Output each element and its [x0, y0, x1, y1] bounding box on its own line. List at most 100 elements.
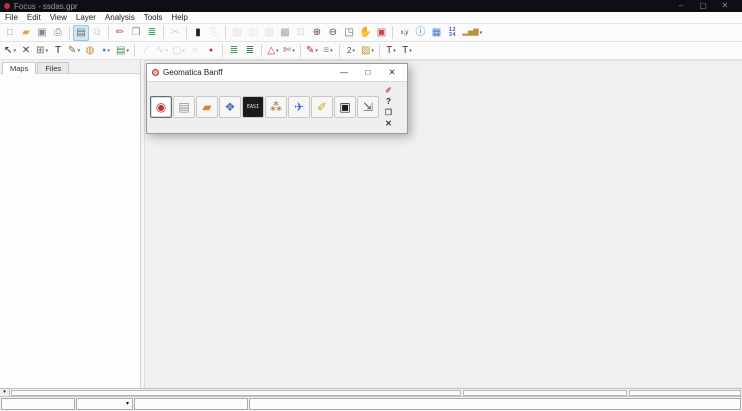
dropdown-caret-icon: ▾	[315, 48, 318, 54]
link-views-button: ⧉	[89, 25, 105, 41]
toolbar-separator	[339, 44, 340, 57]
contrast-stretch-icon: ▮	[195, 28, 201, 38]
notes-small-button[interactable]: ✐	[382, 85, 395, 96]
zoom-out-button[interactable]: ⊖	[325, 25, 341, 41]
new-file-button[interactable]: □	[2, 25, 18, 41]
new-window-button[interactable]: ❐	[128, 25, 144, 41]
font-button[interactable]: T▾	[399, 43, 415, 59]
exit-small-button[interactable]: ✕	[382, 118, 395, 129]
red-band-icon: ▥	[232, 28, 241, 38]
scroll-strip-mid[interactable]	[463, 390, 627, 396]
histogram-button: ⎘	[206, 25, 222, 41]
area-fill-icon: ▨	[361, 46, 370, 56]
symbol-tool-button[interactable]: ◍	[82, 43, 98, 59]
select-tool-button[interactable]: ↖▾	[2, 43, 18, 59]
clear-button[interactable]: ✏	[112, 25, 128, 41]
menu-layer[interactable]: Layer	[76, 13, 96, 22]
banff-maximize-button[interactable]: □	[358, 64, 378, 81]
dropdown-caret-icon: ▾	[292, 48, 295, 54]
dropdown-caret-icon: ▾	[409, 48, 412, 54]
chart-button[interactable]: ▂▅▇▾	[460, 25, 484, 41]
dropdown-caret-icon: ▾	[45, 48, 48, 54]
fly-icon: ✈	[294, 101, 304, 113]
close-button[interactable]: ✕	[714, 0, 736, 12]
menu-bar: File Edit View Layer Analysis Tools Help	[0, 12, 742, 24]
banff-close-button[interactable]: ✕	[382, 64, 402, 81]
menu-edit[interactable]: Edit	[27, 13, 41, 22]
orthoengine-button[interactable]: ▤	[173, 96, 195, 118]
menu-view[interactable]: View	[50, 13, 67, 22]
menu-help[interactable]: Help	[171, 13, 187, 22]
symbol-color-button[interactable]: ●	[203, 43, 219, 59]
scale-dropdown[interactable]: ▾	[76, 398, 133, 410]
scroll-strip-right[interactable]	[629, 390, 741, 396]
menu-file[interactable]: File	[5, 13, 18, 22]
save-button[interactable]: ▣	[34, 25, 50, 41]
print-button[interactable]: ⎙	[50, 25, 66, 41]
scroll-strip-left[interactable]	[11, 390, 461, 396]
identify-button[interactable]: ⓘ	[412, 25, 428, 41]
minimize-button[interactable]: –	[670, 0, 692, 12]
easi-button[interactable]: EASI	[242, 96, 264, 118]
map-module-button[interactable]: ▰	[196, 96, 218, 118]
menu-label: View	[50, 13, 67, 22]
zoom-full-extent-button[interactable]: ◳	[341, 25, 357, 41]
toolbar-separator	[379, 44, 380, 57]
dock-expander-button[interactable]: ▾	[0, 389, 10, 396]
menu-analysis[interactable]: Analysis	[105, 13, 135, 22]
paintbrush-button[interactable]: ✐	[311, 96, 333, 118]
chip-manager-button[interactable]: ▣	[334, 96, 356, 118]
window-small-button[interactable]: ❐	[382, 107, 395, 118]
split-tool-button[interactable]: ✄▾	[281, 43, 297, 59]
dropdown-caret-icon: ▾	[276, 48, 279, 54]
toolbar-separator	[134, 44, 135, 57]
enhance-button[interactable]: ▩	[277, 25, 293, 41]
cursor-position-button[interactable]: x,y	[396, 25, 412, 41]
menu-label: File	[5, 13, 18, 22]
numeric-values-button[interactable]: 12 34	[444, 25, 460, 41]
maximize-button[interactable]: ▢	[692, 0, 714, 12]
line-style-button[interactable]: ≡▾	[320, 43, 336, 59]
attribute-table-button[interactable]: ▦	[428, 25, 444, 41]
text-tool-button[interactable]: T	[50, 43, 66, 59]
pan-button[interactable]: ✋	[357, 25, 373, 41]
modeler-button[interactable]: ❖	[219, 96, 241, 118]
help-small-button[interactable]: ?	[382, 96, 395, 107]
fly-button[interactable]: ✈	[288, 96, 310, 118]
lower-layer-button[interactable]: ≣	[242, 43, 258, 59]
gcp-works-button[interactable]: ⁂	[265, 96, 287, 118]
easi-icon: EASI	[247, 105, 259, 110]
toolbar-separator	[69, 26, 70, 39]
overview-window-button[interactable]: ▣	[373, 25, 389, 41]
line-width-button[interactable]: 2▾	[343, 43, 359, 59]
add-layer-button[interactable]: ≣	[144, 25, 160, 41]
banff-minimize-button[interactable]: —	[334, 64, 354, 81]
map-view-toggle[interactable]: ▤	[73, 25, 89, 41]
rectangle-draw-button: ▢▾	[170, 43, 187, 59]
title-bar: Focus - ssdas.gpr – ▢ ✕	[0, 0, 742, 12]
raise-layer-button[interactable]: ≣	[226, 43, 242, 59]
snap-options-button[interactable]: ⊞▾	[34, 43, 50, 59]
dropdown-caret-icon: ▾	[126, 48, 129, 54]
image-style-button[interactable]: ▤▾	[114, 43, 131, 59]
deselect-button[interactable]: ✕	[18, 43, 34, 59]
maps-tree-area[interactable]	[0, 74, 140, 388]
menu-tools[interactable]: Tools	[144, 13, 163, 22]
fill-color-button[interactable]: ●▾	[98, 43, 114, 59]
line-color-button[interactable]: ✎▾	[304, 43, 320, 59]
cut-icon: ✂	[171, 28, 179, 38]
zoom-in-button[interactable]: ⊕	[309, 25, 325, 41]
open-file-button[interactable]: ▰	[18, 25, 34, 41]
banff-title-bar[interactable]: Geomatica Banff — □ ✕	[147, 64, 407, 81]
area-fill-button[interactable]: ▨▾	[359, 43, 376, 59]
focus-app-button[interactable]: ◉	[150, 96, 172, 118]
launcher-button[interactable]: ⇲	[357, 96, 379, 118]
clip-subset-button[interactable]: △▾	[265, 43, 281, 59]
sketch-tool-button[interactable]: ✎▾	[66, 43, 82, 59]
tab-maps[interactable]: Maps	[2, 62, 36, 75]
contrast-stretch-button[interactable]: ▮	[190, 25, 206, 41]
launcher-icon: ⇲	[363, 101, 373, 113]
red-band-button: ▥	[229, 25, 245, 41]
text-style-button[interactable]: T▾	[383, 43, 399, 59]
tab-files[interactable]: Files	[37, 62, 69, 74]
